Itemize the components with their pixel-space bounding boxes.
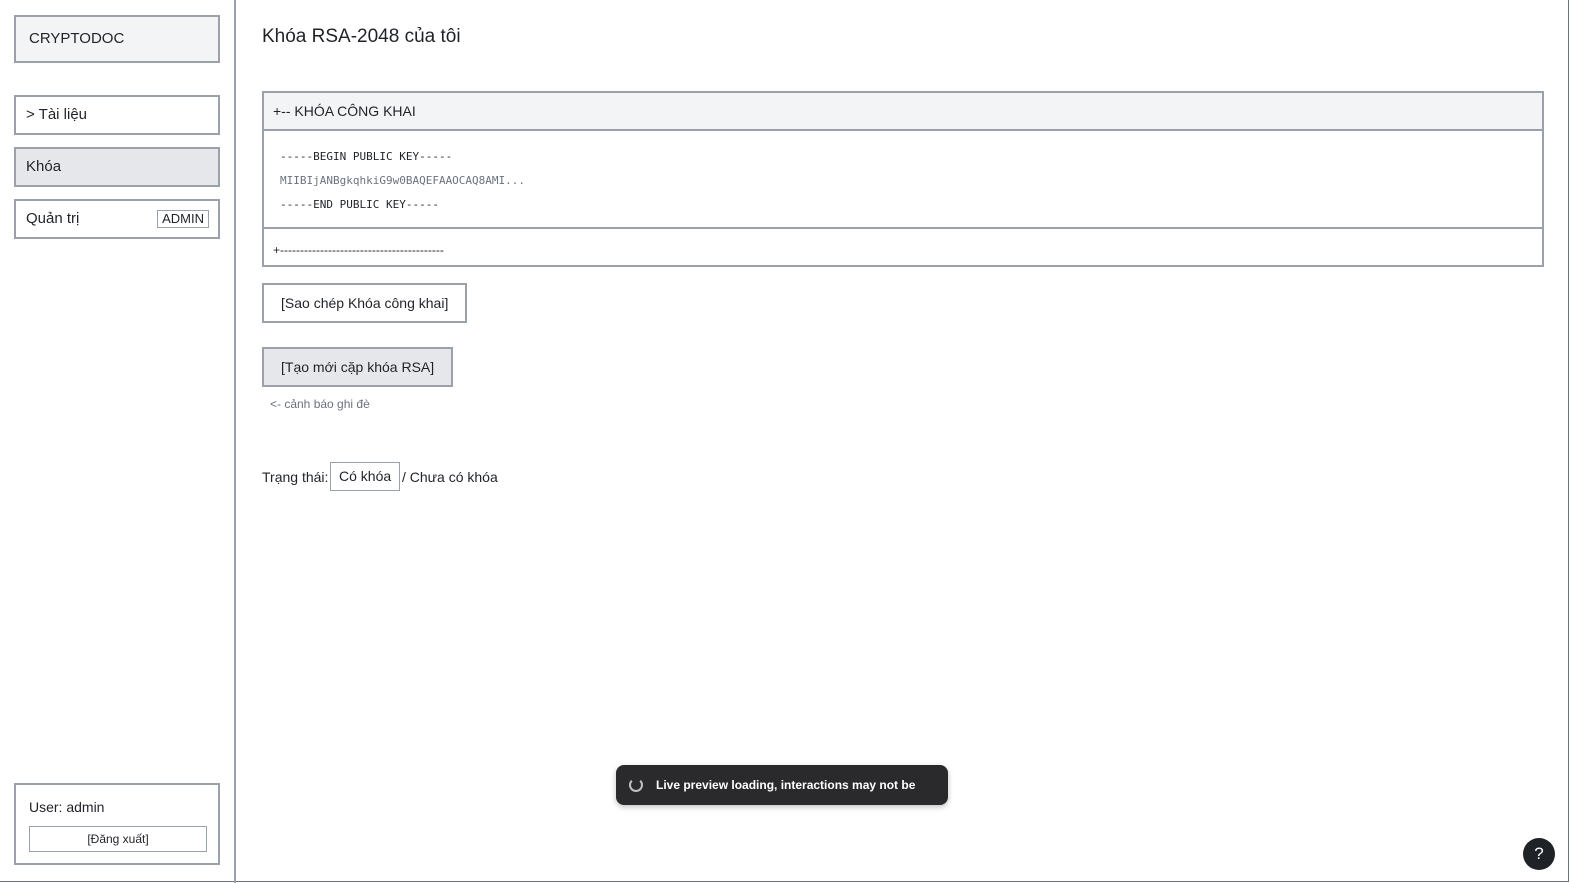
key-content-line: MIIBIjANBgkqhkiG9w0BAQEFAAOCAQ8AMI... bbox=[280, 174, 526, 187]
loading-toast: Live preview loading, interactions may n… bbox=[616, 765, 948, 832]
public-key-header: +-- KHÓA CÔNG KHAI bbox=[264, 93, 1542, 131]
logout-button[interactable]: [Đăng xuất] bbox=[29, 826, 207, 852]
user-panel: User: admin [Đăng xuất] bbox=[14, 783, 220, 865]
public-key-panel: +-- KHÓA CÔNG KHAI -----BEGIN PUBLIC KEY… bbox=[262, 91, 1544, 267]
help-button[interactable]: ? bbox=[1523, 838, 1555, 870]
help-icon: ? bbox=[1534, 844, 1544, 863]
copy-public-key-button[interactable]: [Sao chép Khóa công khai] bbox=[262, 283, 468, 323]
overwrite-warning: <- cảnh báo ghi đè bbox=[270, 397, 370, 411]
page-title: Khóa RSA-2048 của tôi bbox=[262, 26, 461, 47]
admin-badge: ADMIN bbox=[157, 210, 209, 228]
public-key-body[interactable]: -----BEGIN PUBLIC KEY----- MIIBIjANBgkqh… bbox=[264, 131, 1542, 229]
public-key-footer: +---------------------------------------… bbox=[273, 243, 444, 257]
key-begin-line: -----BEGIN PUBLIC KEY----- bbox=[280, 150, 453, 163]
sidebar-item-keys[interactable]: Khóa bbox=[14, 147, 220, 187]
status-no-key: / Chưa có khóa bbox=[402, 469, 498, 485]
status-label: Trạng thái: bbox=[262, 469, 329, 485]
sidebar-item-admin[interactable]: Quản trị ADMIN bbox=[14, 199, 220, 239]
key-end-line: -----END PUBLIC KEY----- bbox=[280, 198, 439, 211]
sidebar-item-documents[interactable]: > Tài liệu bbox=[14, 95, 220, 135]
user-label: User: admin bbox=[29, 799, 105, 815]
regenerate-keypair-button[interactable]: [Tạo mới cặp khóa RSA] bbox=[262, 347, 454, 387]
sidebar-item-admin-label: Quản trị bbox=[26, 210, 80, 227]
app-brand: CRYPTODOC bbox=[14, 15, 220, 63]
spinner-icon bbox=[629, 778, 643, 792]
sidebar: CRYPTODOC > Tài liệu Khóa Quản trị ADMIN… bbox=[0, 0, 236, 883]
status-has-key: Có khóa bbox=[330, 462, 401, 491]
